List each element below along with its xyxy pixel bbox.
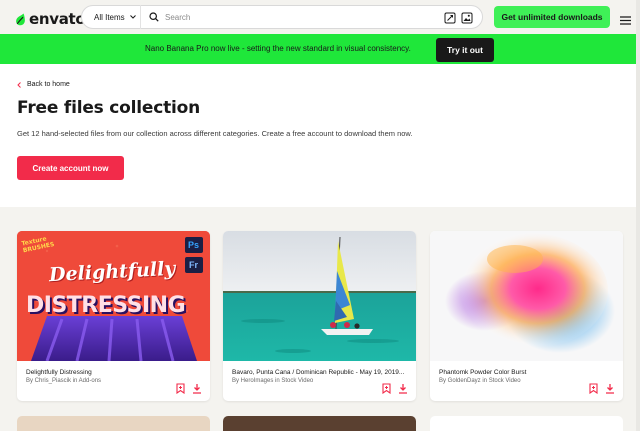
image-search-icon[interactable] [444, 11, 456, 29]
create-account-button[interactable]: Create account now [17, 156, 124, 180]
page-scrollbar[interactable] [636, 0, 640, 431]
card-thumbnail[interactable] [430, 231, 623, 361]
file-card-partial[interactable] [223, 416, 416, 431]
back-to-home-link[interactable]: Back to home [17, 81, 70, 88]
card-title[interactable]: Delightfully Distressing [26, 369, 92, 376]
top-header: envato All Items Get unlimited downloads [0, 0, 640, 34]
search-input[interactable] [165, 12, 425, 22]
file-card-partial[interactable] [430, 416, 623, 431]
search-divider [140, 5, 141, 29]
envato-leaf-icon [16, 13, 25, 25]
bookmark-icon[interactable] [589, 381, 598, 399]
chevron-down-icon [129, 15, 136, 19]
file-card-partial[interactable] [17, 416, 210, 431]
promo-banner: Nano Banana Pro now live - setting the n… [0, 34, 640, 64]
card-author: By HeroImages in Stock Video [232, 378, 314, 384]
page-title: Free files collection [17, 98, 201, 118]
file-card[interactable]: Bavaro, Punta Cana / Dominican Republic … [223, 231, 416, 401]
card-author: By Chris_Piascik in Add-ons [26, 378, 102, 384]
ps-badge: Ps [188, 240, 200, 250]
download-icon[interactable] [605, 381, 615, 399]
fr-badge: Fr [189, 260, 198, 270]
art-subheadline: DISTRESSING [26, 293, 186, 318]
logo-text: envato [29, 10, 86, 28]
card-title[interactable]: Bavaro, Punta Cana / Dominican Republic … [232, 369, 404, 376]
card-title[interactable]: Phantomk Powder Color Burst [439, 369, 526, 376]
get-unlimited-downloads-button[interactable]: Get unlimited downloads [494, 6, 610, 28]
banner-body: - setting the new standard in visual con… [239, 44, 411, 53]
image-search-icon[interactable] [461, 11, 473, 29]
banner-headline: Nano Banana Pro now live [145, 44, 240, 53]
file-card[interactable]: Phantomk Powder Color Burst By GoldenDay… [430, 231, 623, 401]
banner-text: Nano Banana Pro now live - setting the n… [145, 44, 411, 53]
file-card[interactable]: Texture BRUSHES Delightfully DISTRESSING… [17, 231, 210, 401]
try-it-out-button[interactable]: Try it out [436, 38, 494, 62]
search-icon [149, 12, 159, 22]
card-author: By GoldenDayz in Stock Video [439, 378, 521, 384]
bookmark-icon[interactable] [382, 381, 391, 399]
category-label: All Items [94, 12, 125, 22]
chevron-left-icon [17, 81, 21, 88]
download-icon[interactable] [192, 381, 202, 399]
card-thumbnail[interactable]: Texture BRUSHES Delightfully DISTRESSING… [17, 231, 210, 361]
download-icon[interactable] [398, 381, 408, 399]
hamburger-menu-icon[interactable] [620, 12, 631, 30]
card-thumbnail[interactable] [223, 231, 416, 361]
main-section: Back to home Free files collection Get 1… [0, 64, 640, 207]
bookmark-icon[interactable] [176, 381, 185, 399]
page-description: Get 12 hand-selected files from our coll… [17, 129, 413, 138]
category-select[interactable]: All Items [82, 13, 140, 22]
search-bar: All Items [81, 5, 483, 29]
envato-logo[interactable]: envato [15, 10, 86, 28]
back-label: Back to home [27, 81, 70, 88]
